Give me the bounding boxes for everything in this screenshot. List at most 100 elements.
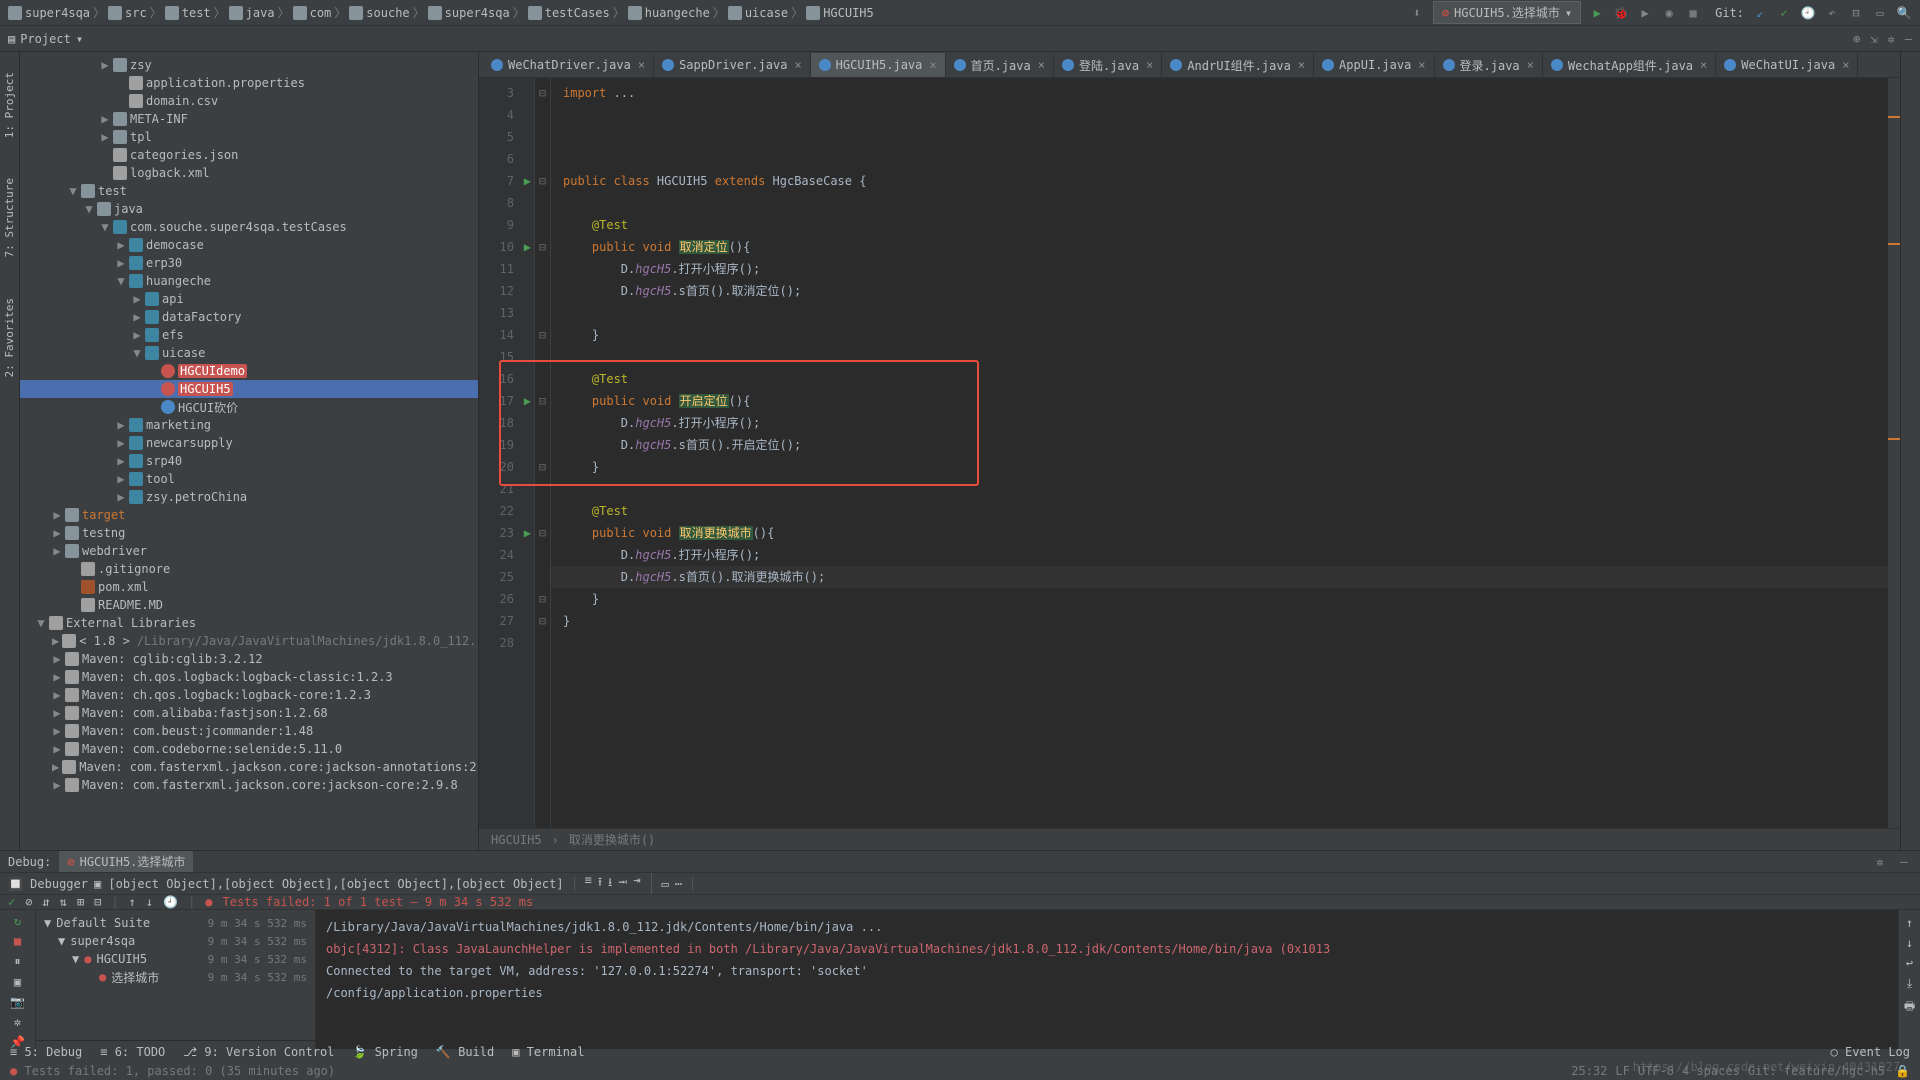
editor-code[interactable]: 34567▶8910▶11121314151617▶181920212223▶2… [479,78,1900,828]
tree-node[interactable]: ▼test [20,182,478,200]
tree-node[interactable]: ▼java [20,200,478,218]
tree-node[interactable]: ▶META-INF [20,110,478,128]
run-icon[interactable]: ▶ [1589,5,1605,21]
debugger-tab[interactable]: 🔲 Debugger [8,877,88,891]
minimap[interactable] [1888,78,1900,828]
expand-icon[interactable]: ▶ [52,724,62,738]
expand-icon[interactable]: ▶ [52,652,62,666]
hide-icon[interactable]: — [1905,32,1912,46]
tree-node[interactable]: ▶webdriver [20,542,478,560]
console-output[interactable]: /Library/Java/JavaVirtualMachines/jdk1.8… [316,910,1898,1049]
tree-node[interactable]: ▶target [20,506,478,524]
crumb-class[interactable]: HGCUIH5 [491,833,542,847]
run-to-cursor-icon[interactable]: ⇥ [633,873,640,894]
expand-icon[interactable]: ▶ [116,436,126,450]
expand-icon[interactable]: ⇲ [1870,32,1877,46]
tree-node[interactable]: ▶Maven: ch.qos.logback:logback-core:1.2.… [20,686,478,704]
crumb[interactable]: test〉 [165,4,226,21]
prev-icon[interactable]: ↑ [129,895,136,909]
step-out-icon[interactable]: ⭳ [608,873,612,894]
run-gutter-icon[interactable]: ▶ [524,240,531,254]
expand-icon[interactable]: ▶ [100,58,110,72]
line-sep[interactable]: LF [1615,1064,1629,1078]
expand-icon[interactable]: ▶ [116,472,126,486]
crumb[interactable]: src〉 [108,4,162,21]
editor-tab[interactable]: WeChatDriver.java× [483,53,654,77]
tree-node[interactable]: HGCUIdemo [20,362,478,380]
tree-node[interactable]: pom.xml [20,578,478,596]
stop-icon[interactable]: ■ [1685,5,1701,21]
tree-node[interactable]: ▶srp40 [20,452,478,470]
tree-node[interactable]: categories.json [20,146,478,164]
editor-tab[interactable]: WechatApp组件.java× [1543,53,1716,77]
crumb[interactable]: super4sqa〉 [8,4,105,21]
tree-node[interactable]: ▼External Libraries [20,614,478,632]
todo-tool-tab[interactable]: ≡ 6: TODO [100,1045,165,1059]
expand-icon[interactable]: ▶ [116,238,126,252]
expand-icon[interactable]: ▼ [116,274,126,288]
crumb[interactable]: souche〉 [349,4,424,21]
crumb-method[interactable]: 取消更换城市() [569,831,655,848]
tree-node[interactable]: ▶efs [20,326,478,344]
expand-icon[interactable]: ▶ [100,130,110,144]
event-log-tab[interactable]: ○ Event Log [1831,1045,1910,1059]
select-target-icon[interactable]: ⊕ [1853,32,1860,46]
tree-node[interactable]: ▶testng [20,524,478,542]
step-into-icon[interactable]: ⭱ [598,873,602,894]
ide-layout-icon[interactable]: ▭ [1872,5,1888,21]
close-icon[interactable]: × [1038,58,1045,72]
tree-node[interactable]: ▶Maven: com.beust:jcommander:1.48 [20,722,478,740]
debug-test-tree[interactable]: ▼Default Suite9 m 34 s 532 ms▼super4sqa9… [36,910,316,1049]
chevron-down-icon[interactable]: ▾ [76,32,83,46]
terminal-tool-tab[interactable]: ▣ Terminal [512,1045,584,1059]
tree-node[interactable]: ▶dataFactory [20,308,478,326]
expand-icon[interactable]: ▶ [52,760,59,774]
tree-node[interactable]: ▶tool [20,470,478,488]
tree-node[interactable]: application.properties [20,74,478,92]
tree-node[interactable]: ▶newcarsupply [20,434,478,452]
expand-icon[interactable]: ▶ [52,634,59,648]
editor-tab[interactable]: HGCUIH5.java× [811,53,946,77]
structure-tool-tab[interactable]: 7: Structure [3,178,16,257]
pause-icon[interactable]: ⏸ [14,954,20,969]
project-title[interactable]: Project [20,32,71,46]
project-tool-tab[interactable]: 1: Project [3,72,16,138]
editor-tab[interactable]: AppUI.java× [1314,53,1434,77]
expand-icon[interactable]: ▶ [52,688,62,702]
tree-node[interactable]: ▶Maven: com.fasterxml.jackson.core:jacks… [20,776,478,794]
tree-node[interactable]: logback.xml [20,164,478,182]
scroll-end-icon[interactable]: ⤓ [1907,976,1912,991]
expand-icon[interactable]: ▶ [52,706,62,720]
vcs-update-icon[interactable]: ↙ [1752,5,1768,21]
tree-node[interactable]: ▶Maven: com.codeborne:selenide:5.11.0 [20,740,478,758]
rerun-icon[interactable]: ↻ [14,914,21,928]
vcs-commit-icon[interactable]: ✓ [1776,5,1792,21]
crumb[interactable]: java〉 [229,4,290,21]
debug-icon[interactable]: 🐞 [1613,5,1629,21]
close-icon[interactable]: × [1700,58,1707,72]
close-icon[interactable]: × [1527,58,1534,72]
gear-icon[interactable]: ✲ [1872,854,1888,870]
softwrap-icon[interactable]: ↩ [1906,956,1913,970]
test-tree-row[interactable]: ▼super4sqa9 m 34 s 532 ms [36,932,315,950]
expand-icon[interactable]: ▼ [100,220,110,234]
expand-icon[interactable]: ▶ [52,544,62,558]
camera-icon[interactable]: 📷 [10,995,25,1009]
more-icon[interactable]: ⋯ [675,877,682,891]
tree-node[interactable]: ▼uicase [20,344,478,362]
close-icon[interactable]: × [794,58,801,72]
expand-icon[interactable]: ▶ [116,490,126,504]
close-icon[interactable]: × [1418,58,1425,72]
close-icon[interactable]: × [1298,58,1305,72]
expand-icon[interactable]: ▶ [132,292,142,306]
debug-tool-tab[interactable]: ≡ 5: Debug [10,1045,82,1059]
expand-icon[interactable]: ▶ [116,454,126,468]
print-icon[interactable]: 🖶 [1904,997,1915,1018]
profile-icon[interactable]: ◉ [1661,5,1677,21]
expand-all-icon[interactable]: ⊞ [77,895,84,909]
spring-tool-tab[interactable]: 🍃 Spring [352,1045,418,1059]
test-tree-row[interactable]: ▼Default Suite9 m 34 s 532 ms [36,914,315,932]
step-icon[interactable]: ⭲ [618,873,627,894]
crumb[interactable]: com〉 [293,4,347,21]
expand-icon[interactable]: ▶ [52,778,62,792]
